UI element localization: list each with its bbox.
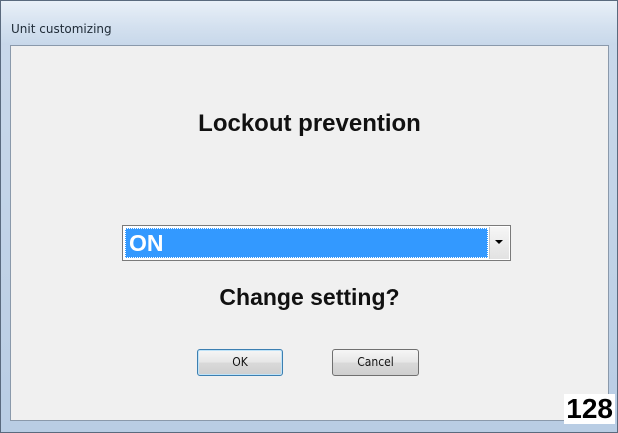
window-title: Unit customizing [11,22,112,36]
dialog-heading: Lockout prevention [198,110,421,137]
change-setting-question: Change setting? [219,284,400,310]
dropdown-arrow-button[interactable] [489,227,509,259]
page-number: 128 [564,393,615,424]
setting-dropdown-value[interactable]: ON [125,228,488,258]
title-bar[interactable]: Unit customizing [1,1,617,45]
cancel-button[interactable]: Cancel [332,349,419,376]
setting-dropdown[interactable]: ON [122,225,511,261]
dialog-client-area: Lockout prevention ON Change setting? OK… [10,45,609,421]
unit-customizing-window: Unit customizing Lockout prevention ON C… [0,0,618,433]
ok-button[interactable]: OK [197,349,283,376]
chevron-down-icon [495,240,503,244]
